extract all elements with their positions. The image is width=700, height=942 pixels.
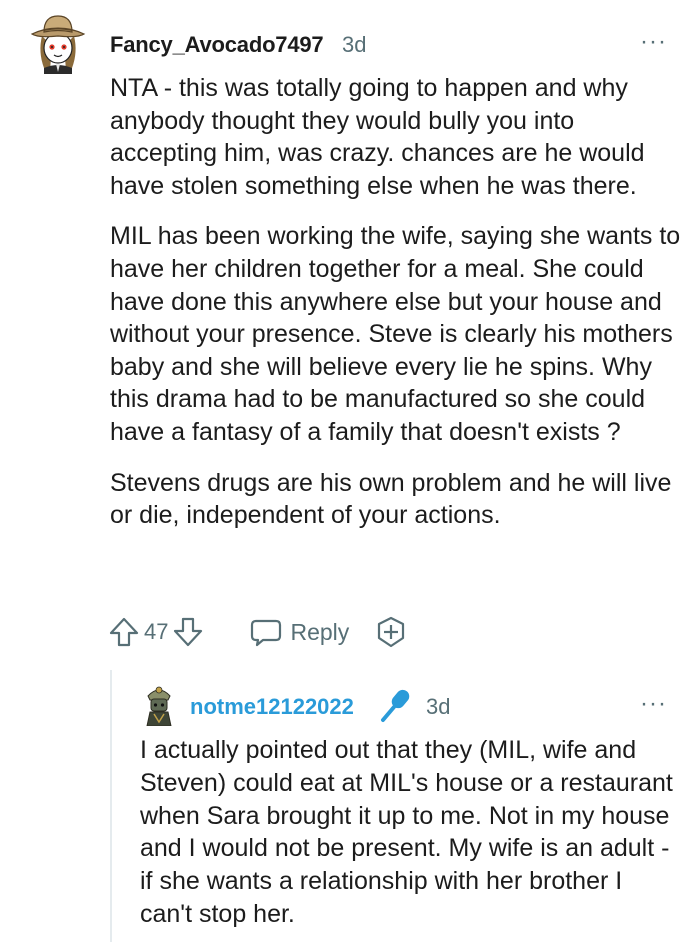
more-options-icon[interactable]: ··· [640,28,667,56]
speech-bubble-icon [251,619,282,647]
downvote-arrow-icon[interactable] [170,614,206,650]
more-options-icon[interactable]: ··· [640,690,667,718]
reply-paragraph: I actually pointed out that they (MIL, w… [140,736,673,928]
reply-button[interactable]: Reply [248,614,349,650]
comment-paragraph: MIL has been working the wife, saying sh… [110,222,681,446]
comment-author[interactable]: Fancy_Avocado7497 [110,32,324,58]
comment-actions: 47 Reply [106,614,409,650]
reply-timestamp: 3d [426,694,451,719]
comment-paragraph: NTA - this was totally going to happen a… [110,74,645,200]
comment-timestamp: 3d [342,32,367,57]
comment-body: NTA - this was totally going to happen a… [110,72,685,550]
reply-body: I actually pointed out that they (MIL, w… [140,734,680,931]
user-avatar[interactable] [30,12,86,74]
vote-count: 47 [144,619,169,644]
thread-line[interactable] [110,670,112,942]
reply-author[interactable]: notme12122022 [190,694,354,720]
comment-paragraph: Stevens drugs are his own problem and he… [110,468,672,530]
reply-user-avatar[interactable] [142,684,176,726]
microphone-icon [381,689,410,722]
reply-label: Reply [290,618,350,645]
upvote-arrow-icon[interactable] [106,614,142,650]
add-award-icon[interactable] [373,614,409,650]
